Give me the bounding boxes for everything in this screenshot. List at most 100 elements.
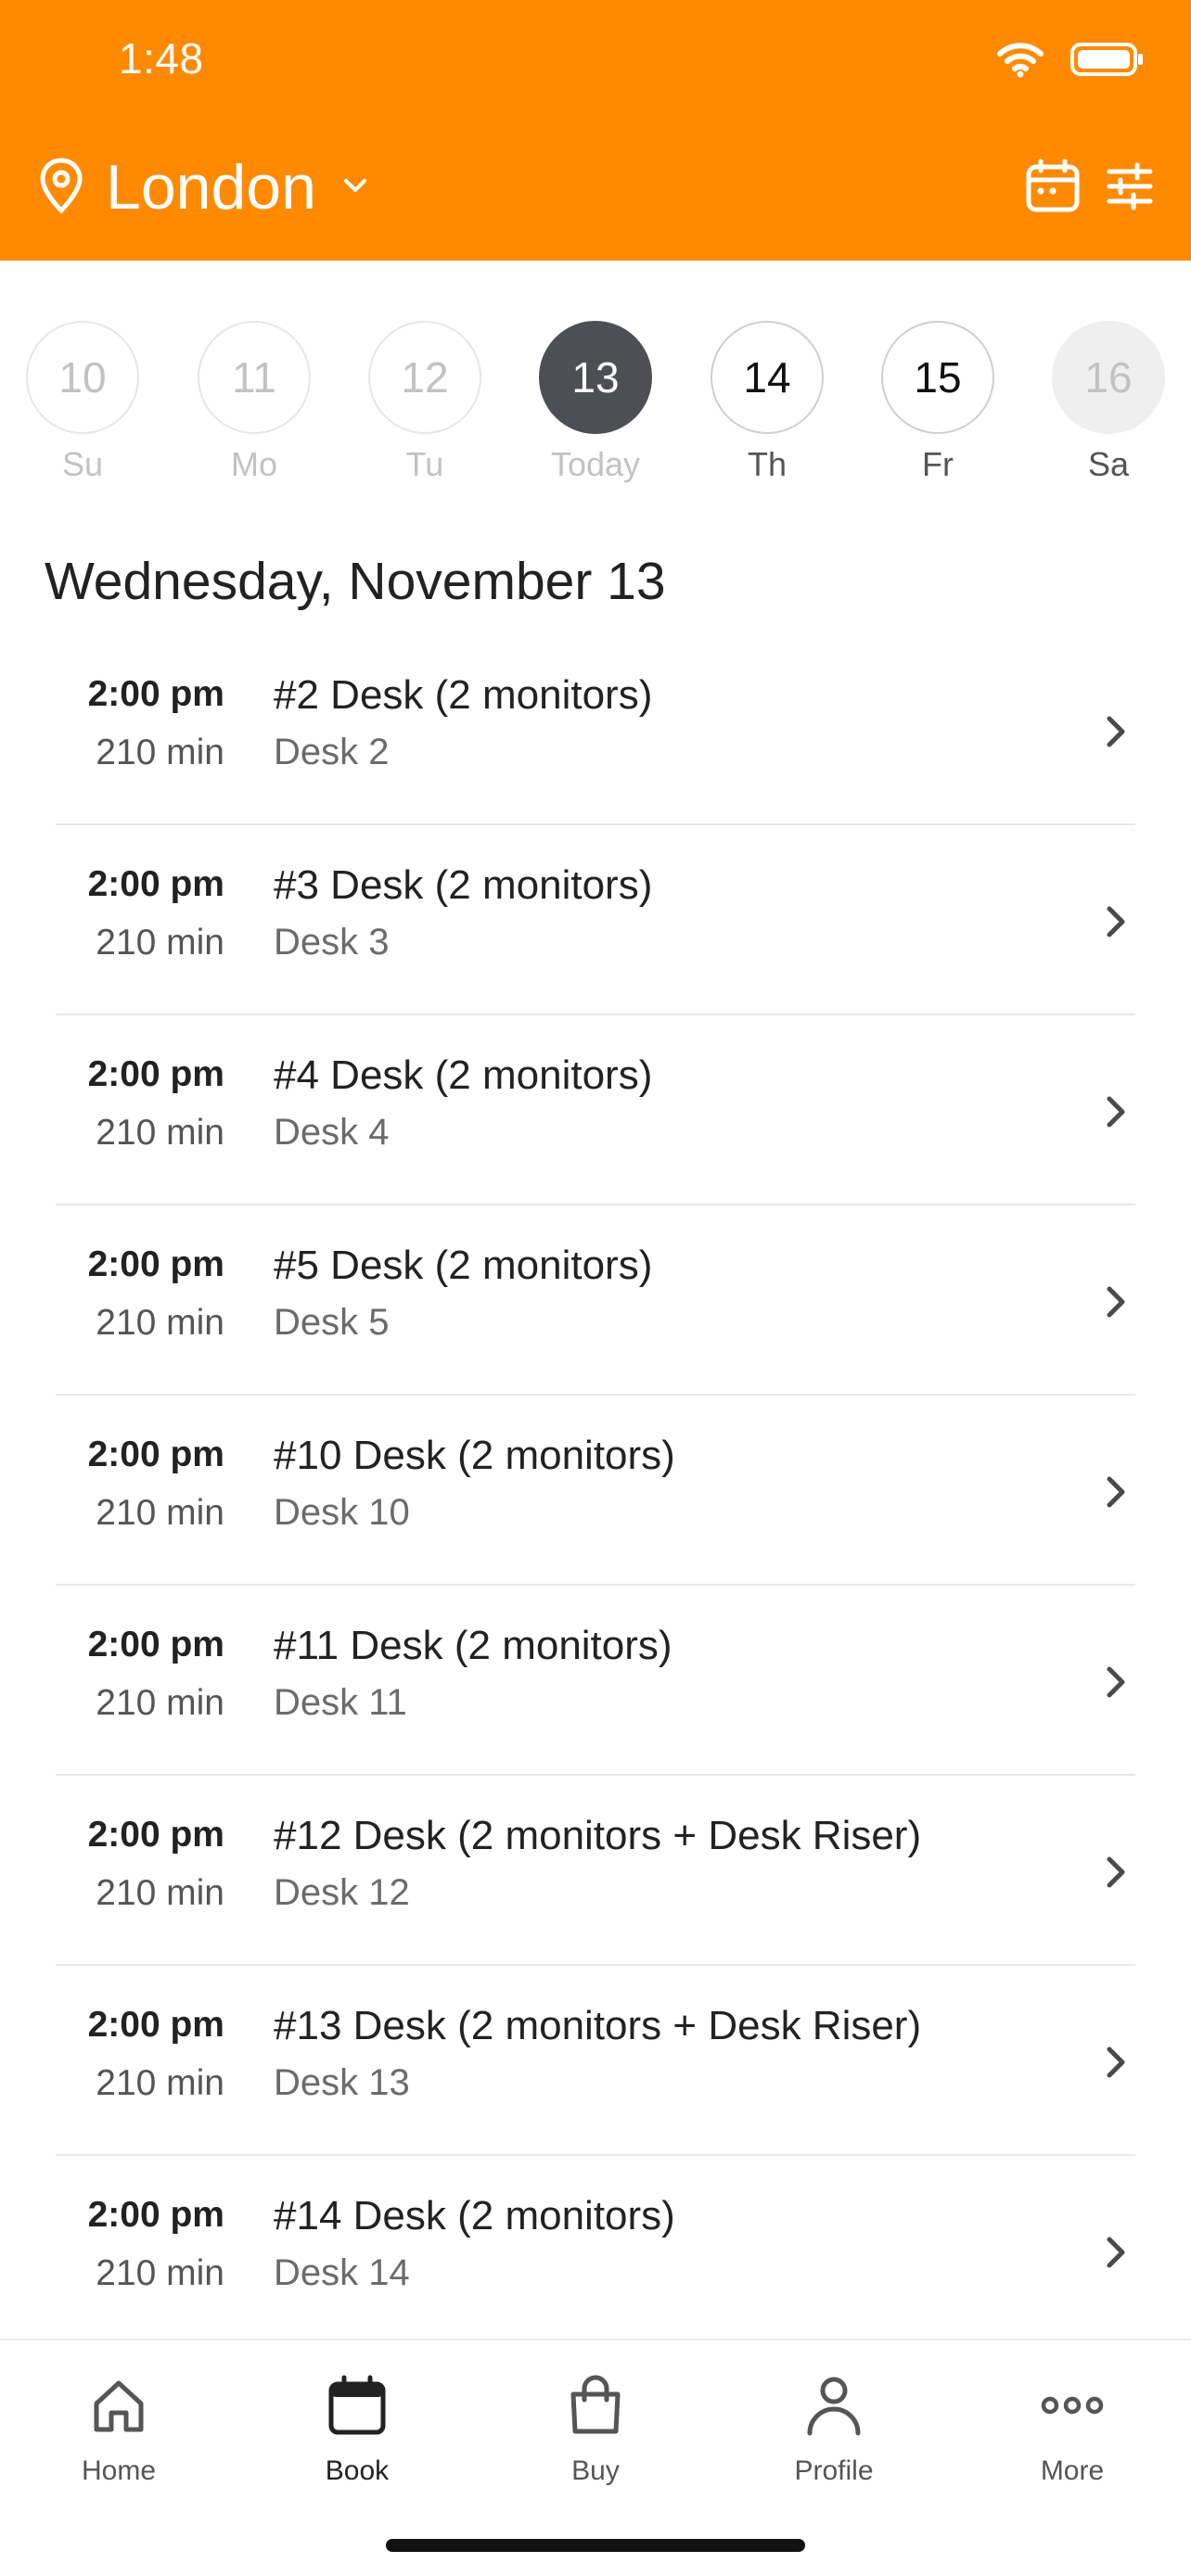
- slot-time: 2:00 pm: [87, 1054, 224, 1094]
- status-time: 1:48: [119, 34, 204, 83]
- slot-subtitle: Desk 13: [274, 2062, 410, 2103]
- chevron-right-icon: [1102, 1852, 1130, 1897]
- slot-time: 2:00 pm: [87, 2005, 224, 2045]
- date-item-14[interactable]: 14 Th: [711, 321, 824, 484]
- more-dots-icon: [980, 2368, 1165, 2442]
- date-number: 14: [711, 321, 824, 434]
- slot-row[interactable]: 2:00 pm 210 min #12 Desk (2 monitors + D…: [56, 1776, 1135, 1966]
- slot-row[interactable]: 2:00 pm 210 min #2 Desk (2 monitors) Des…: [56, 635, 1135, 825]
- tab-more[interactable]: More: [980, 2368, 1165, 2487]
- slot-row[interactable]: 2:00 pm 210 min #5 Desk (2 monitors) Des…: [56, 1205, 1135, 1396]
- chevron-right-icon: [1102, 901, 1130, 947]
- tab-label: Buy: [571, 2455, 620, 2486]
- slot-row[interactable]: 2:00 pm 210 min #11 Desk (2 monitors) De…: [56, 1586, 1135, 1776]
- slot-time: 2:00 pm: [87, 1625, 224, 1664]
- chevron-right-icon: [1102, 2232, 1130, 2277]
- slot-row[interactable]: 2:00 pm 210 min #10 Desk (2 monitors) De…: [56, 1396, 1135, 1586]
- slot-title: #13 Desk (2 monitors + Desk Riser): [274, 2003, 922, 2048]
- tab-home[interactable]: Home: [26, 2368, 211, 2487]
- date-item-11[interactable]: 11 Mo: [198, 321, 311, 484]
- location-name: London: [106, 152, 316, 223]
- slot-subtitle: Desk 3: [274, 922, 390, 963]
- date-number: 16: [1052, 321, 1165, 434]
- tab-label: Profile: [794, 2455, 874, 2486]
- slot-time: 2:00 pm: [87, 1244, 224, 1284]
- slot-time: 2:00 pm: [87, 864, 224, 904]
- slot-title: #12 Desk (2 monitors + Desk Riser): [274, 1813, 922, 1858]
- date-weekday: Th: [747, 445, 787, 483]
- slot-subtitle: Desk 10: [274, 1492, 410, 1533]
- slot-subtitle: Desk 12: [274, 1872, 410, 1913]
- date-item-13-today[interactable]: 13 Today: [539, 321, 652, 484]
- slot-subtitle: Desk 14: [274, 2252, 410, 2293]
- home-icon: [26, 2368, 211, 2442]
- header: 1:48 London: [0, 0, 1191, 261]
- slot-title: #3 Desk (2 monitors): [274, 862, 653, 908]
- slot-duration: 210 min: [96, 2063, 224, 2103]
- slot-title: #10 Desk (2 monitors): [274, 1433, 675, 1478]
- app-screen: 1:48 London 10 Su 11 Mo 12 Tu 13 Today 1…: [0, 0, 1191, 2576]
- slot-duration: 210 min: [96, 733, 224, 772]
- date-item-16[interactable]: 16 Sa: [1052, 321, 1165, 484]
- slot-duration: 210 min: [96, 1113, 224, 1153]
- calendar-icon: [264, 2368, 450, 2442]
- slot-title: #14 Desk (2 monitors): [274, 2193, 675, 2238]
- slot-time: 2:00 pm: [87, 1435, 224, 1474]
- slot-row[interactable]: 2:00 pm 210 min #14 Desk (2 monitors) De…: [56, 2156, 1135, 2346]
- slot-row[interactable]: 2:00 pm 210 min #3 Desk (2 monitors) Des…: [56, 825, 1135, 1015]
- location-pin-icon: [37, 157, 85, 219]
- tab-profile[interactable]: Profile: [741, 2368, 927, 2487]
- profile-icon: [741, 2368, 927, 2442]
- shopping-bag-icon: [503, 2368, 688, 2442]
- calendar-icon[interactable]: [1024, 158, 1082, 215]
- tab-label: Home: [81, 2455, 157, 2486]
- date-item-10[interactable]: 10 Su: [26, 321, 139, 484]
- battery-icon: [1070, 41, 1145, 83]
- chevron-right-icon: [1102, 1091, 1130, 1137]
- slot-duration: 210 min: [96, 1873, 224, 1913]
- date-item-12[interactable]: 12 Tu: [368, 321, 481, 484]
- tab-label: More: [1040, 2455, 1105, 2486]
- date-item-15[interactable]: 15 Fr: [881, 321, 994, 484]
- date-weekday: Today: [550, 445, 641, 483]
- date-number: 15: [881, 321, 994, 434]
- date-weekday: Su: [61, 445, 104, 483]
- wifi-icon: [996, 41, 1044, 83]
- slot-duration: 210 min: [96, 1683, 224, 1723]
- location-selector[interactable]: London: [37, 148, 374, 226]
- tab-buy[interactable]: Buy: [503, 2368, 688, 2487]
- chevron-right-icon: [1102, 711, 1130, 757]
- slot-title: #11 Desk (2 monitors): [274, 1623, 672, 1668]
- date-weekday: Mo: [230, 445, 277, 483]
- slot-time: 2:00 pm: [87, 1815, 224, 1855]
- header-actions: [1024, 158, 1154, 215]
- status-icons: [996, 41, 1145, 83]
- slot-list: 2:00 pm 210 min #2 Desk (2 monitors) Des…: [0, 635, 1191, 2346]
- tab-book[interactable]: Book: [264, 2368, 450, 2487]
- tab-label: Book: [325, 2455, 390, 2486]
- slot-subtitle: Desk 4: [274, 1112, 390, 1153]
- slot-row[interactable]: 2:00 pm 210 min #13 Desk (2 monitors + D…: [56, 1966, 1135, 2156]
- day-heading: Wednesday, November 13: [45, 552, 666, 611]
- chevron-right-icon: [1102, 1282, 1130, 1327]
- slot-duration: 210 min: [96, 923, 224, 963]
- slot-time: 2:00 pm: [87, 674, 224, 714]
- slot-time: 2:00 pm: [87, 2195, 224, 2235]
- chevron-right-icon: [1102, 1472, 1130, 1517]
- date-number: 10: [26, 321, 139, 434]
- slot-duration: 210 min: [96, 2253, 224, 2293]
- chevron-right-icon: [1102, 2042, 1130, 2087]
- filter-sliders-icon[interactable]: [1106, 162, 1154, 210]
- slot-duration: 210 min: [96, 1303, 224, 1343]
- slot-title: #2 Desk (2 monitors): [274, 672, 653, 718]
- slot-duration: 210 min: [96, 1493, 224, 1533]
- date-weekday: Tu: [405, 445, 444, 483]
- chevron-down-icon: [337, 172, 374, 204]
- home-indicator: [386, 2539, 805, 2552]
- date-number-selected: 13: [539, 321, 652, 434]
- date-strip: 10 Su 11 Mo 12 Tu 13 Today 14 Th 15 Fr 1…: [0, 321, 1191, 488]
- slot-subtitle: Desk 2: [274, 732, 390, 772]
- date-number: 11: [198, 321, 311, 434]
- slot-row[interactable]: 2:00 pm 210 min #4 Desk (2 monitors) Des…: [56, 1015, 1135, 1205]
- date-number: 12: [368, 321, 481, 434]
